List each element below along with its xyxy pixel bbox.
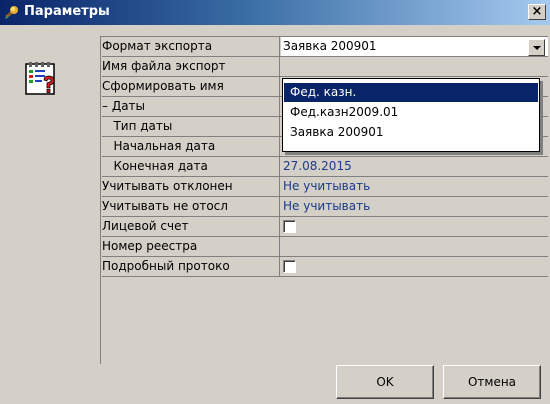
property-value[interactable] (281, 57, 548, 76)
property-value-text: Заявка 200901 (283, 39, 377, 53)
property-value[interactable]: Не учитывать (281, 177, 548, 196)
property-name: Подробный протоко (102, 257, 280, 276)
property-row[interactable]: Лицевой счет (102, 217, 548, 237)
property-row[interactable]: Учитывать отклонен Не учитывать (102, 177, 548, 197)
property-row[interactable]: Подробный протоко (102, 257, 548, 277)
property-value[interactable] (281, 217, 548, 236)
property-name: Имя файла экспорт (102, 57, 280, 76)
property-name: Формат экспорта (102, 37, 280, 56)
property-value-text: Не учитывать (283, 199, 371, 213)
property-name: Лицевой счет (102, 217, 280, 236)
title-bar: Параметры × (0, 0, 550, 25)
magic-wand-icon (5, 6, 18, 19)
property-name: Конечная дата (102, 157, 280, 176)
properties-list-icon (25, 62, 55, 95)
dropdown-option[interactable]: Фед. казн. (284, 83, 538, 102)
property-value[interactable]: Не учитывать (281, 197, 548, 216)
window-title: Параметры (24, 4, 110, 19)
cancel-button[interactable]: Отмена (443, 365, 541, 399)
property-row[interactable]: Формат экспорта Заявка 200901 (102, 37, 548, 57)
property-name: Номер реестра (102, 237, 280, 256)
property-value[interactable] (281, 237, 548, 256)
close-button[interactable]: × (528, 4, 546, 20)
close-icon: × (531, 4, 543, 19)
ok-button[interactable]: OK (336, 365, 434, 399)
format-dropdown-list[interactable]: Фед. казн. Фед.казн2009.01 Заявка 200901 (282, 78, 540, 152)
property-row[interactable]: Конечная дата 27.08.2015 (102, 157, 548, 177)
property-row[interactable]: Номер реестра (102, 237, 548, 257)
property-value[interactable]: 27.08.2015 (281, 157, 548, 176)
property-value[interactable]: Заявка 200901 (281, 37, 548, 56)
property-row[interactable]: Учитывать не отосл Не учитывать (102, 197, 548, 217)
property-name: Сформировать имя (102, 77, 280, 96)
property-name: Начальная дата (102, 137, 280, 156)
dropdown-option[interactable]: Фед.казн2009.01 (284, 103, 538, 122)
property-value-text: Не учитывать (283, 179, 371, 193)
ok-button-label: OK (376, 375, 394, 389)
property-name: Учитывать отклонен (102, 177, 280, 196)
property-row[interactable]: Имя файла экспорт (102, 57, 548, 77)
cancel-button-label: Отмена (467, 375, 517, 389)
property-value-text: 27.08.2015 (283, 159, 352, 173)
property-checkbox[interactable] (283, 220, 296, 233)
property-name: Тип даты (102, 117, 280, 136)
property-value[interactable] (281, 257, 548, 276)
property-name: Учитывать не отосл (102, 197, 280, 216)
property-checkbox[interactable] (283, 260, 296, 273)
property-name: – Даты (102, 97, 280, 116)
chevron-down-icon[interactable] (528, 39, 545, 56)
dropdown-option[interactable]: Заявка 200901 (284, 123, 538, 142)
